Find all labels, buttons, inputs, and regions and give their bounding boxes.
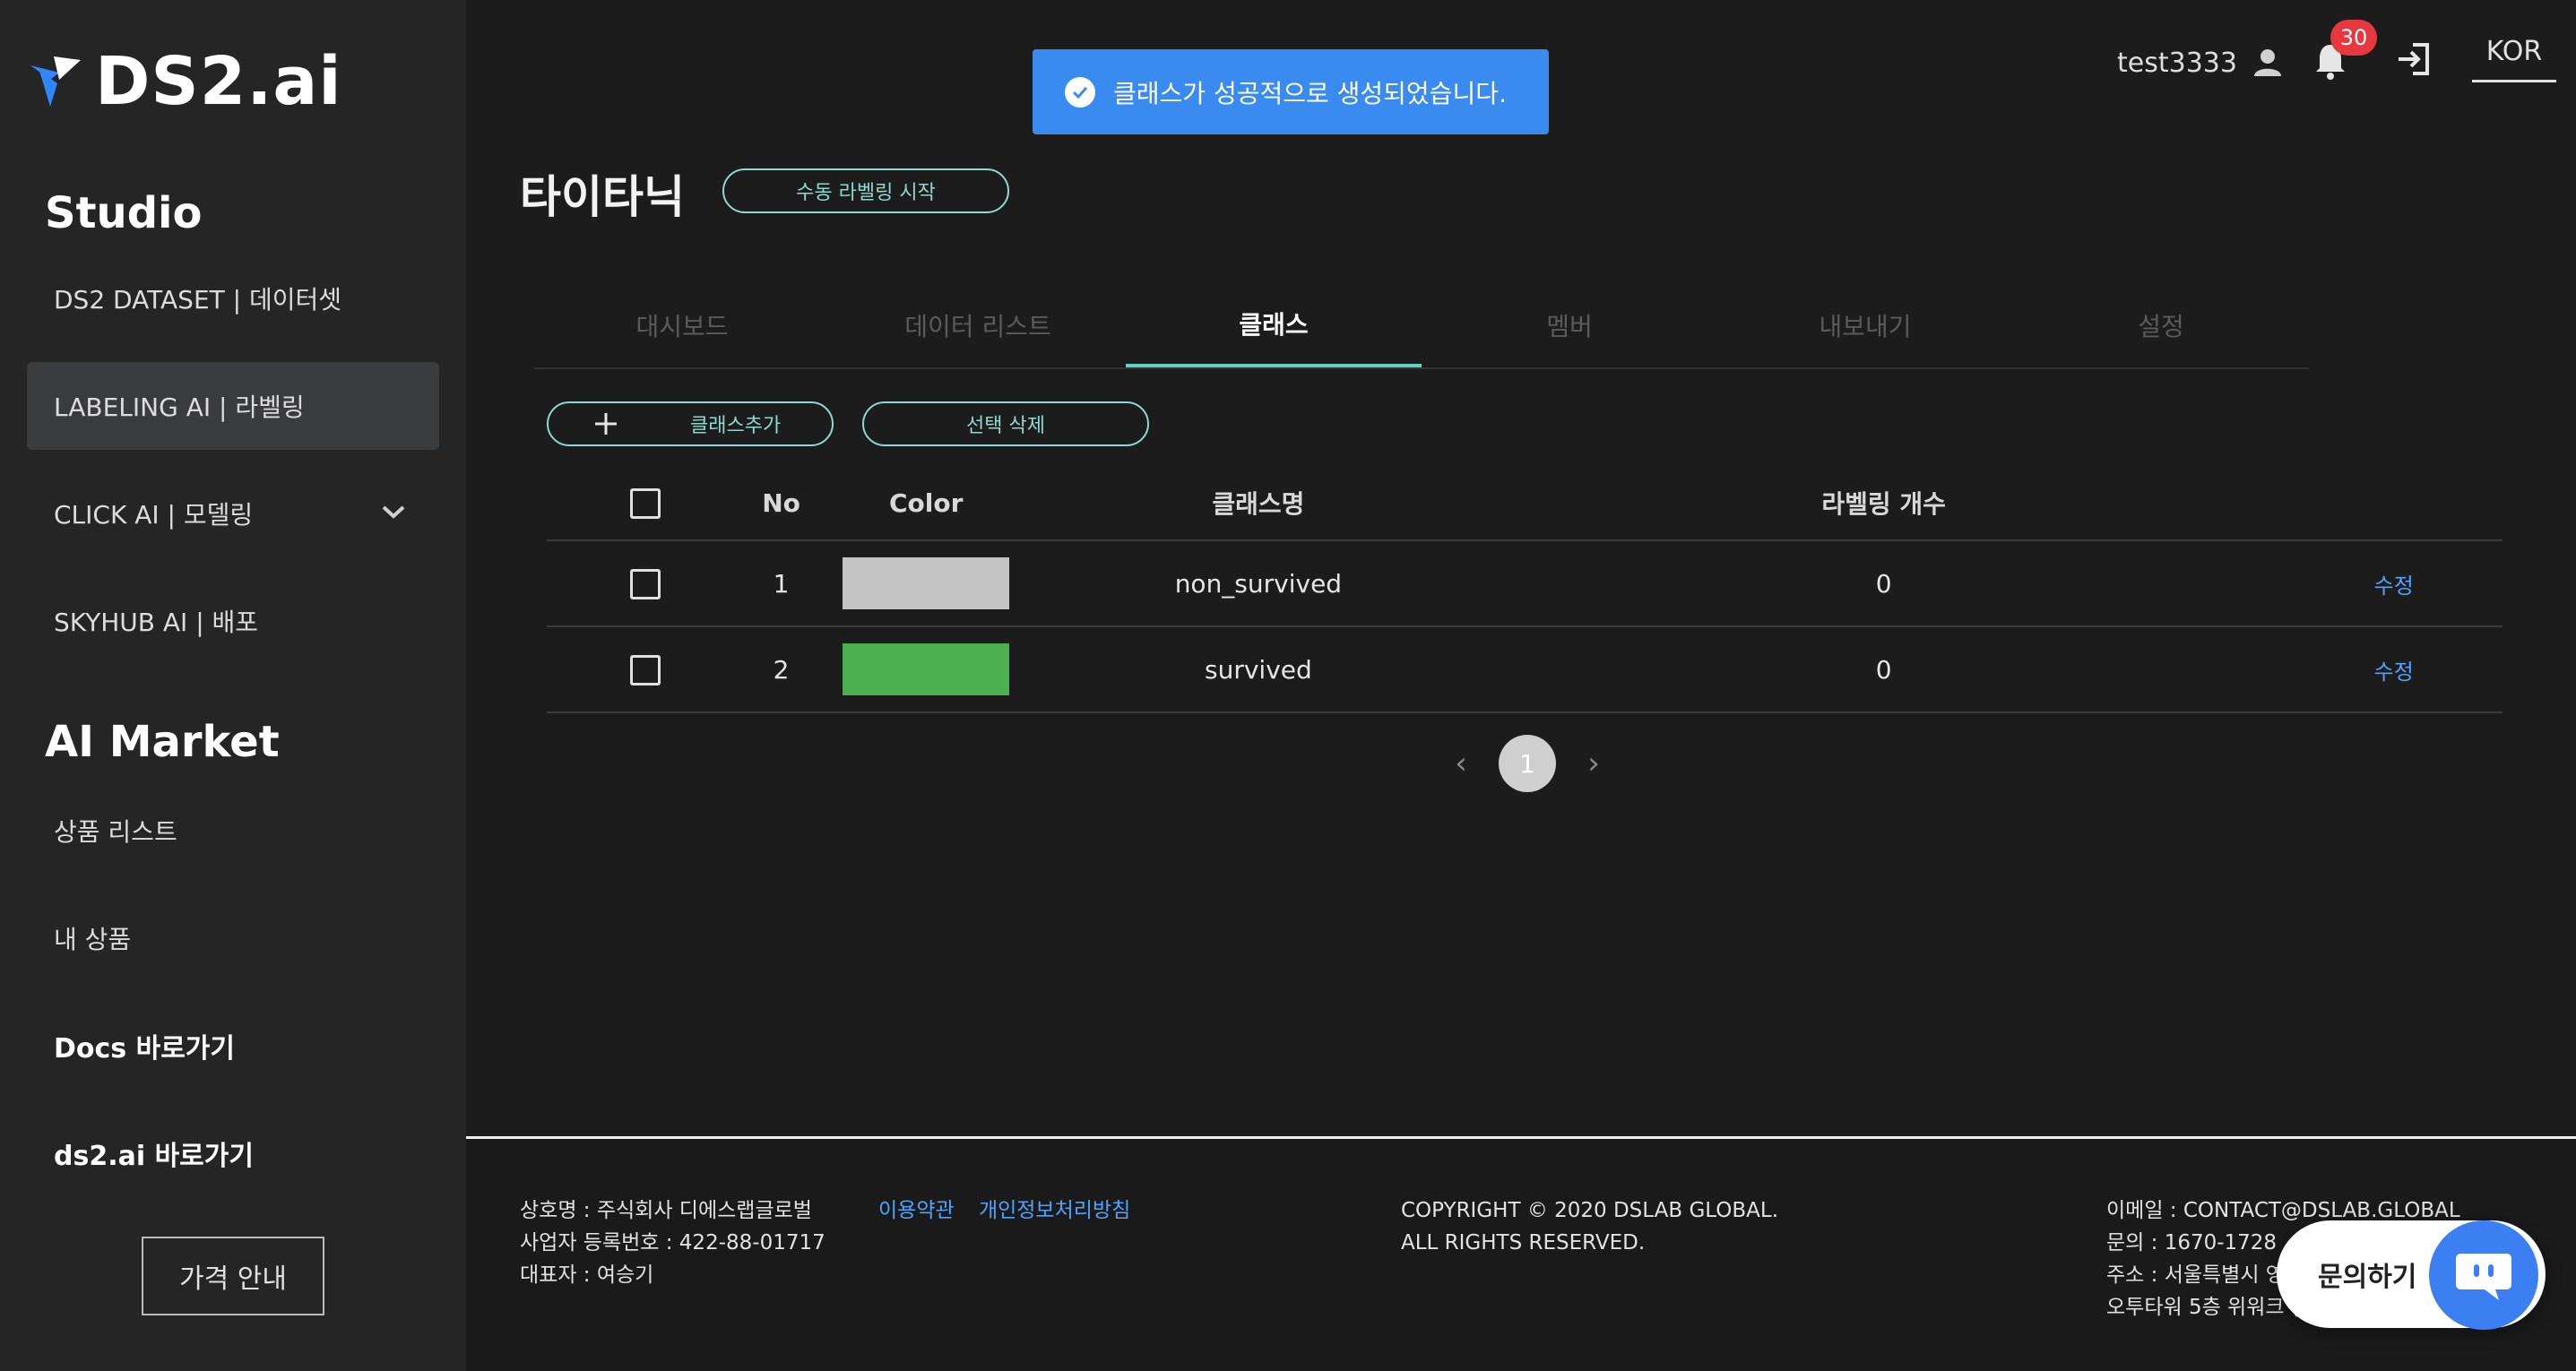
- edit-link[interactable]: 수정: [2374, 573, 2414, 599]
- sidebar-item-product-list[interactable]: 상품 리스트: [27, 787, 439, 875]
- sidebar-item-label: 내 상품: [54, 925, 132, 954]
- chevron-left-icon[interactable]: ‹: [1434, 746, 1488, 781]
- row-color-cell: [817, 626, 1034, 713]
- column-header-no: No: [744, 466, 818, 541]
- logout-icon[interactable]: [2395, 39, 2434, 79]
- pricing-button[interactable]: 가격 안내: [142, 1237, 324, 1315]
- footer-copyright: COPYRIGHT © 2020 DSLAB GLOBAL. ALL RIGHT…: [1401, 1194, 1778, 1259]
- footer-company: 상호명 : 주식회사 디에스랩글로벌: [520, 1199, 812, 1222]
- sidebar-item-label: SKYHUB AI | 배포: [54, 608, 259, 637]
- add-class-button[interactable]: 클래스추가: [547, 401, 834, 446]
- table-row: 2 survived 0 수정: [547, 626, 2503, 713]
- tab-export[interactable]: 내보내기: [1717, 283, 2013, 367]
- column-header-actions: [2285, 466, 2503, 541]
- row-class-name: non_survived: [1034, 540, 1482, 627]
- sidebar-item-ds2ai[interactable]: ds2.ai 바로가기: [27, 1109, 439, 1197]
- row-checkbox-cell: [547, 540, 745, 627]
- language-selector[interactable]: KOR: [2472, 36, 2556, 82]
- tab-data-list[interactable]: 데이터 리스트: [830, 283, 1126, 367]
- add-class-label: 클래스추가: [690, 415, 782, 437]
- select-all-checkbox[interactable]: [630, 487, 661, 519]
- footer-ceo: 대표자 : 여승기: [520, 1263, 654, 1287]
- row-edit-cell: 수정: [2285, 540, 2503, 627]
- sidebar: DS2.ai Studio DS2 DATASET | 데이터셋 LABELIN…: [0, 0, 466, 1371]
- footer: 상호명 : 주식회사 디에스랩글로벌 사업자 등록번호 : 422-88-017…: [466, 1136, 2576, 1371]
- success-toast: 클래스가 성공적으로 생성되었습니다.: [1033, 49, 1549, 134]
- copyright-line-2: ALL RIGHTS RESERVED.: [1401, 1231, 1646, 1255]
- ai-market-title: AI Market: [45, 717, 280, 767]
- user-menu[interactable]: test3333: [2117, 47, 2284, 79]
- sidebar-item-labeling[interactable]: LABELING AI | 라벨링: [27, 362, 439, 450]
- notification-badge: 30: [2330, 20, 2377, 56]
- delete-selected-button[interactable]: 선택 삭제: [862, 401, 1149, 446]
- manual-labeling-button[interactable]: 수동 라벨링 시작: [722, 168, 1009, 213]
- sidebar-item-label: 상품 리스트: [54, 817, 177, 847]
- sidebar-item-label: LABELING AI | 라벨링: [54, 392, 305, 422]
- logo-text: DS2.ai: [95, 43, 342, 120]
- column-header-color: Color: [817, 466, 1034, 541]
- sidebar-item-label: CLICK AI | 모델링: [54, 500, 254, 530]
- tab-members[interactable]: 멤버: [1422, 283, 1717, 367]
- chevron-right-icon[interactable]: ›: [1567, 746, 1621, 781]
- copyright-line-1: COPYRIGHT © 2020 DSLAB GLOBAL.: [1401, 1199, 1779, 1222]
- row-no: 1: [744, 540, 818, 627]
- table-row: 1 non_survived 0 수정: [547, 540, 2503, 627]
- sidebar-item-clickai[interactable]: CLICK AI | 모델링: [27, 470, 439, 557]
- sidebar-item-label: Docs 바로가기: [54, 1033, 235, 1065]
- sidebar-item-my-products[interactable]: 내 상품: [27, 894, 439, 982]
- column-header-label-count: 라벨링 개수: [1482, 466, 2286, 541]
- tab-classes[interactable]: 클래스: [1126, 283, 1422, 367]
- user-icon: [2253, 49, 2281, 76]
- row-checkbox[interactable]: [630, 568, 661, 599]
- footer-links: 이용약관 개인정보처리방침: [878, 1194, 1148, 1227]
- row-no: 2: [744, 626, 818, 713]
- color-swatch[interactable]: [843, 557, 1010, 609]
- select-all-cell: [547, 466, 745, 541]
- row-color-cell: [817, 540, 1034, 627]
- chat-bubble-icon[interactable]: [2429, 1220, 2538, 1330]
- check-circle-icon: [1065, 76, 1095, 108]
- inquiry-label: 문의하기: [2318, 1262, 2417, 1293]
- sidebar-item-label: ds2.ai 바로가기: [54, 1141, 254, 1172]
- toast-message: 클래스가 성공적으로 생성되었습니다.: [1113, 78, 1507, 108]
- row-label-count: 0: [1482, 626, 2286, 713]
- terms-link[interactable]: 이용약관: [878, 1199, 955, 1222]
- edit-link[interactable]: 수정: [2374, 660, 2414, 685]
- footer-company-info: 상호명 : 주식회사 디에스랩글로벌 사업자 등록번호 : 422-88-017…: [520, 1194, 826, 1291]
- color-swatch[interactable]: [843, 643, 1010, 695]
- table-header-row: No Color 클래스명 라벨링 개수: [547, 466, 2503, 541]
- page-number-current[interactable]: 1: [1499, 735, 1556, 792]
- page-title: 타이타닉: [520, 171, 685, 223]
- privacy-link[interactable]: 개인정보처리방침: [979, 1199, 1130, 1222]
- ds2-logo-icon: [30, 56, 81, 107]
- chevron-down-icon[interactable]: [380, 502, 407, 522]
- column-header-class-name: 클래스명: [1034, 466, 1482, 541]
- username: test3333: [2117, 47, 2237, 79]
- tab-dashboard[interactable]: 대시보드: [534, 283, 830, 367]
- row-class-name: survived: [1034, 626, 1482, 713]
- pagination: ‹ 1 ›: [1434, 735, 1621, 792]
- studio-title: Studio: [45, 188, 203, 238]
- sidebar-item-label: DS2 DATASET | 데이터셋: [54, 285, 342, 315]
- sidebar-item-dataset[interactable]: DS2 DATASET | 데이터셋: [27, 254, 439, 342]
- sidebar-item-skyhub[interactable]: SKYHUB AI | 배포: [27, 577, 439, 665]
- row-checkbox-cell: [547, 626, 745, 713]
- tab-bar: 대시보드 데이터 리스트 클래스 멤버 내보내기 설정: [534, 283, 2309, 369]
- tab-settings[interactable]: 설정: [2013, 283, 2309, 367]
- class-table: No Color 클래스명 라벨링 개수 1 non_survived 0 수정…: [547, 466, 2503, 713]
- sidebar-item-docs[interactable]: Docs 바로가기: [27, 1002, 439, 1090]
- footer-business-no: 사업자 등록번호 : 422-88-01717: [520, 1231, 826, 1255]
- row-label-count: 0: [1482, 540, 2286, 627]
- logo[interactable]: DS2.ai: [27, 43, 342, 120]
- plus-icon: [595, 413, 617, 435]
- row-edit-cell: 수정: [2285, 626, 2503, 713]
- row-checkbox[interactable]: [630, 654, 661, 686]
